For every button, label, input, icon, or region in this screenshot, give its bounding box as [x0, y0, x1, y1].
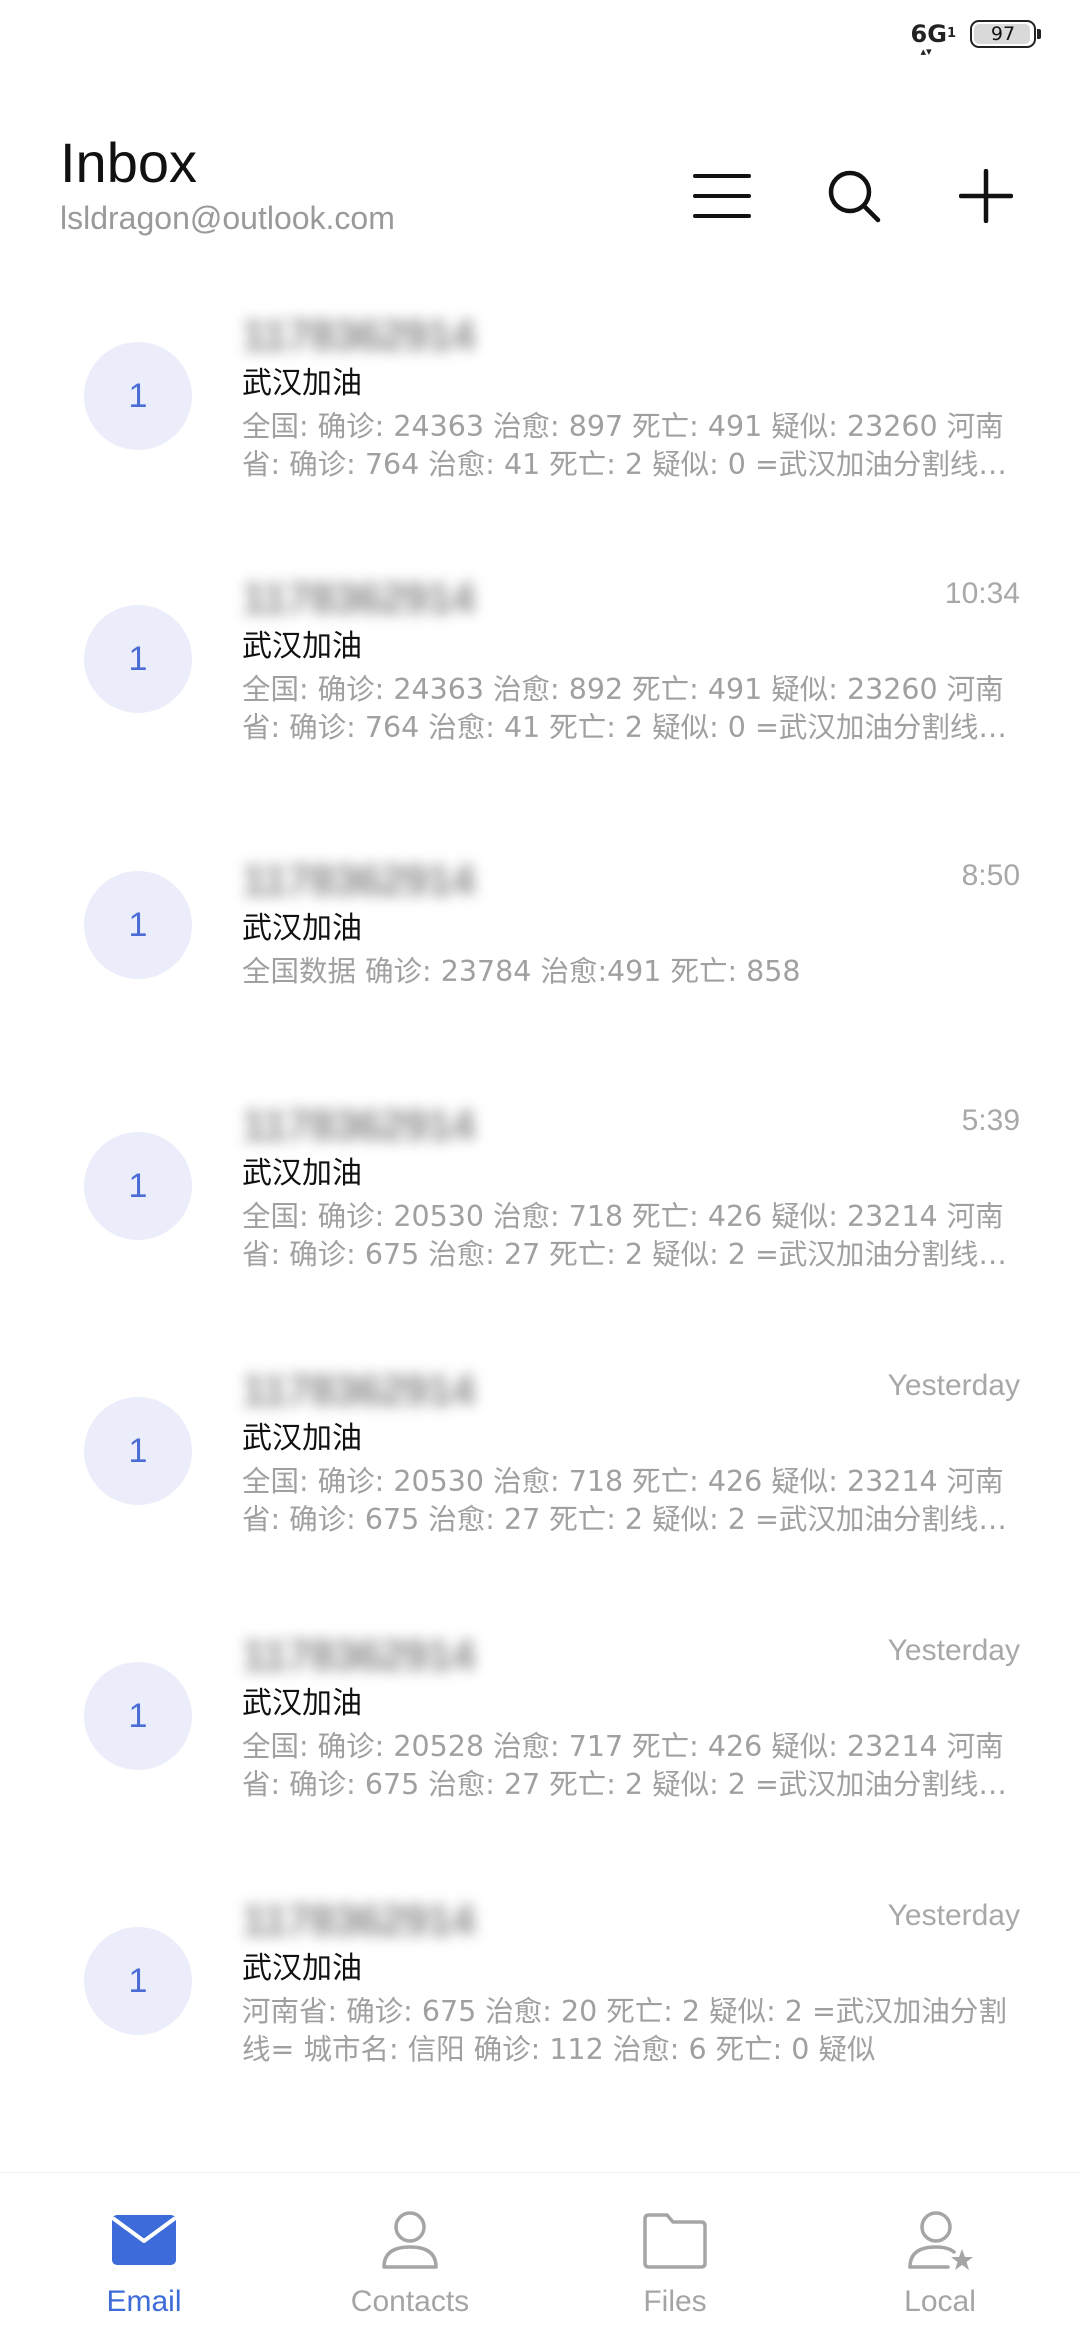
email-preview: 河南省: 确诊: 675 治愈: 20 死亡: 2 疑似: 2 =武汉加油分割线… [242, 1995, 1007, 2066]
email-subject: 武汉加油 [242, 1951, 362, 1986]
email-preview: 全国: 确诊: 24363 治愈: 897 死亡: 491 疑似: 23260 … [242, 410, 1004, 481]
email-preview: 全国: 确诊: 20530 治愈: 718 死亡: 426 疑似: 23214 … [242, 1465, 1004, 1536]
nav-item-files[interactable]: Files [575, 2173, 775, 2341]
nav-item-local[interactable]: Local [840, 2173, 1040, 2341]
email-subject: 武汉加油 [242, 911, 362, 946]
data-arrows-icon: ▴▾ [920, 45, 932, 58]
sender-avatar: 1 [84, 1662, 192, 1770]
sender-name: 1178362914 [242, 1366, 475, 1415]
email-time: Yesterday [887, 1634, 1020, 1667]
search-button[interactable] [818, 160, 890, 232]
sender-name: 1178362914 [242, 1101, 475, 1150]
sender-avatar: 1 [84, 1132, 192, 1240]
nav-label-email: Email [106, 2285, 182, 2318]
email-time: 5:39 [961, 1104, 1020, 1137]
status-bar: 6G1 ▴▾ 97 [0, 0, 1080, 84]
sender-avatar: 1 [84, 342, 192, 450]
nav-label-local: Local [904, 2285, 976, 2318]
sender-name: 1178362914 [242, 1896, 475, 1945]
sender-avatar: 1 [84, 605, 192, 713]
sender-name: 1178362914 [242, 574, 475, 623]
nav-label-files: Files [643, 2285, 707, 2318]
search-icon [828, 170, 881, 223]
email-subject: 武汉加油 [242, 1686, 362, 1721]
sender-avatar: 1 [84, 1397, 192, 1505]
email-row[interactable]: 1 1178362914 10:34 武汉加油 全国: 确诊: 24363 治愈… [0, 563, 1080, 813]
email-preview: 全国: 确诊: 20530 治愈: 718 死亡: 426 疑似: 23214 … [242, 1200, 1004, 1271]
email-subject: 武汉加油 [242, 629, 362, 664]
menu-icon [693, 174, 751, 218]
email-row[interactable]: 1 1178362914 Yesterday 武汉加油 全国: 确诊: 2052… [0, 1620, 1080, 1870]
email-time: 10:34 [944, 577, 1020, 610]
email-row[interactable]: 1 1178362914 武汉加油 全国: 确诊: 24363 治愈: 897 … [0, 300, 1080, 550]
email-time: 8:50 [961, 859, 1020, 892]
email-time: Yesterday [887, 1899, 1020, 1932]
sender-name: 1178362914 [242, 856, 475, 905]
email-preview: 全国: 确诊: 24363 治愈: 892 死亡: 491 疑似: 23260 … [242, 673, 1004, 744]
email-row[interactable]: 1 1178362914 5:39 武汉加油 全国: 确诊: 20530 治愈:… [0, 1090, 1080, 1340]
page-title: Inbox [60, 131, 197, 194]
nav-label-contacts: Contacts [350, 2285, 470, 2318]
email-subject: 武汉加油 [242, 1421, 362, 1456]
local-user-star-icon [908, 2211, 973, 2270]
account-email[interactable]: lsldragon@outlook.com [60, 198, 395, 238]
compose-button[interactable] [950, 160, 1022, 232]
plus-icon [959, 169, 1013, 223]
battery-level: 97 [990, 23, 1016, 45]
bottom-nav: Email Contacts Files Local [0, 2172, 1080, 2341]
email-subject: 武汉加油 [242, 1156, 362, 1191]
inbox-header: Inbox lsldragon@outlook.com [0, 120, 1080, 250]
sender-avatar: 1 [84, 1927, 192, 2035]
person-icon [382, 2211, 438, 2269]
network-label: 6G [910, 20, 947, 48]
email-time: Yesterday [887, 1369, 1020, 1402]
email-row[interactable]: 1 1178362914 8:50 武汉加油 全国数据 确诊: 23784 治愈… [0, 845, 1080, 1095]
email-row[interactable]: 1 1178362914 Yesterday 武汉加油 全国: 确诊: 2053… [0, 1355, 1080, 1605]
email-row[interactable]: 1 1178362914 Yesterday 武汉加油 河南省: 确诊: 675… [0, 1885, 1080, 2135]
network-indicator: 6G1 ▴▾ [910, 20, 956, 57]
menu-button[interactable] [686, 160, 758, 232]
nav-item-email[interactable]: Email [44, 2173, 244, 2341]
sender-name: 1178362914 [242, 311, 475, 360]
envelope-icon [112, 2215, 176, 2265]
network-sub-label: 1 [946, 26, 956, 41]
nav-item-contacts[interactable]: Contacts [310, 2173, 510, 2341]
battery-icon: 97 [970, 20, 1041, 48]
email-preview: 全国: 确诊: 20528 治愈: 717 死亡: 426 疑似: 23214 … [242, 1730, 1004, 1801]
status-indicators: 6G1 ▴▾ 97 [910, 20, 1041, 57]
email-preview: 全国数据 确诊: 23784 治愈:491 死亡: 858 [242, 955, 801, 988]
email-subject: 武汉加油 [242, 366, 362, 401]
folder-icon [643, 2213, 707, 2269]
sender-name: 1178362914 [242, 1631, 475, 1680]
sender-avatar: 1 [84, 871, 192, 979]
